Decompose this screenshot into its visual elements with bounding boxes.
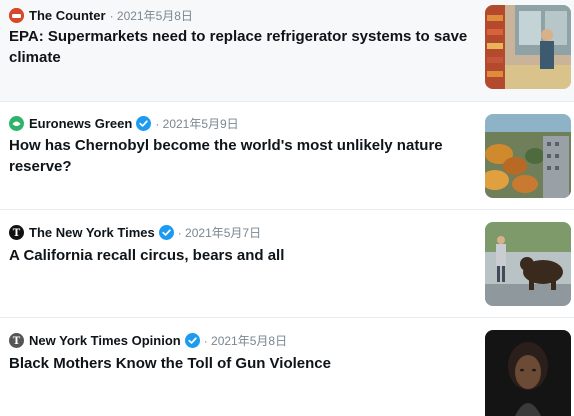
nyt-opinion-logo-icon: T — [9, 332, 24, 348]
news-card[interactable]: T New York Times Opinion · 2021年5月8日 Bla… — [0, 318, 574, 416]
source-name[interactable]: The Counter — [29, 8, 106, 23]
news-card[interactable]: T The New York Times · 2021年5月7日 A Calif… — [0, 210, 574, 317]
portrait-woman-image[interactable] — [485, 330, 571, 416]
post-date: · 2021年5月7日 — [177, 225, 262, 240]
headline[interactable]: Black Mothers Know the Toll of Gun Viole… — [9, 353, 469, 374]
headline[interactable]: A California recall circus, bears and al… — [9, 245, 469, 266]
card-meta: The Counter · 2021年5月8日 — [9, 7, 193, 23]
the-counter-logo-icon — [9, 7, 24, 23]
svg-text:T: T — [13, 336, 21, 347]
card-meta: T New York Times Opinion · 2021年5月8日 — [9, 332, 287, 348]
card-meta: Euronews Green · 2021年5月9日 — [9, 115, 239, 131]
euronews-green-logo-icon — [9, 115, 24, 131]
post-date: · 2021年5月8日 — [203, 333, 288, 348]
headline[interactable]: How has Chernobyl become the world's mos… — [9, 135, 469, 177]
source-name[interactable]: New York Times Opinion — [29, 333, 181, 348]
nyt-logo-icon: T — [9, 224, 24, 240]
card-meta: T The New York Times · 2021年5月7日 — [9, 224, 261, 240]
chernobyl-forest-image[interactable] — [485, 114, 571, 198]
verified-badge-icon — [158, 224, 174, 240]
post-date: · 2021年5月9日 — [155, 116, 239, 131]
headline[interactable]: EPA: Supermarkets need to replace refrig… — [9, 26, 469, 68]
news-card[interactable]: The Counter · 2021年5月8日 EPA: Supermarket… — [0, 0, 574, 101]
source-name[interactable]: The New York Times — [29, 225, 155, 240]
svg-text:T: T — [13, 228, 21, 239]
post-date: · 2021年5月8日 — [109, 8, 193, 23]
verified-badge-icon — [184, 332, 200, 348]
bear-on-street-image[interactable] — [485, 222, 571, 306]
news-feed: The Counter · 2021年5月8日 EPA: Supermarket… — [0, 0, 574, 416]
source-name[interactable]: Euronews Green — [29, 116, 132, 131]
verified-badge-icon — [136, 115, 152, 131]
supermarket-aisle-image[interactable] — [485, 5, 571, 89]
news-card[interactable]: Euronews Green · 2021年5月9日 How has Chern… — [0, 102, 574, 209]
